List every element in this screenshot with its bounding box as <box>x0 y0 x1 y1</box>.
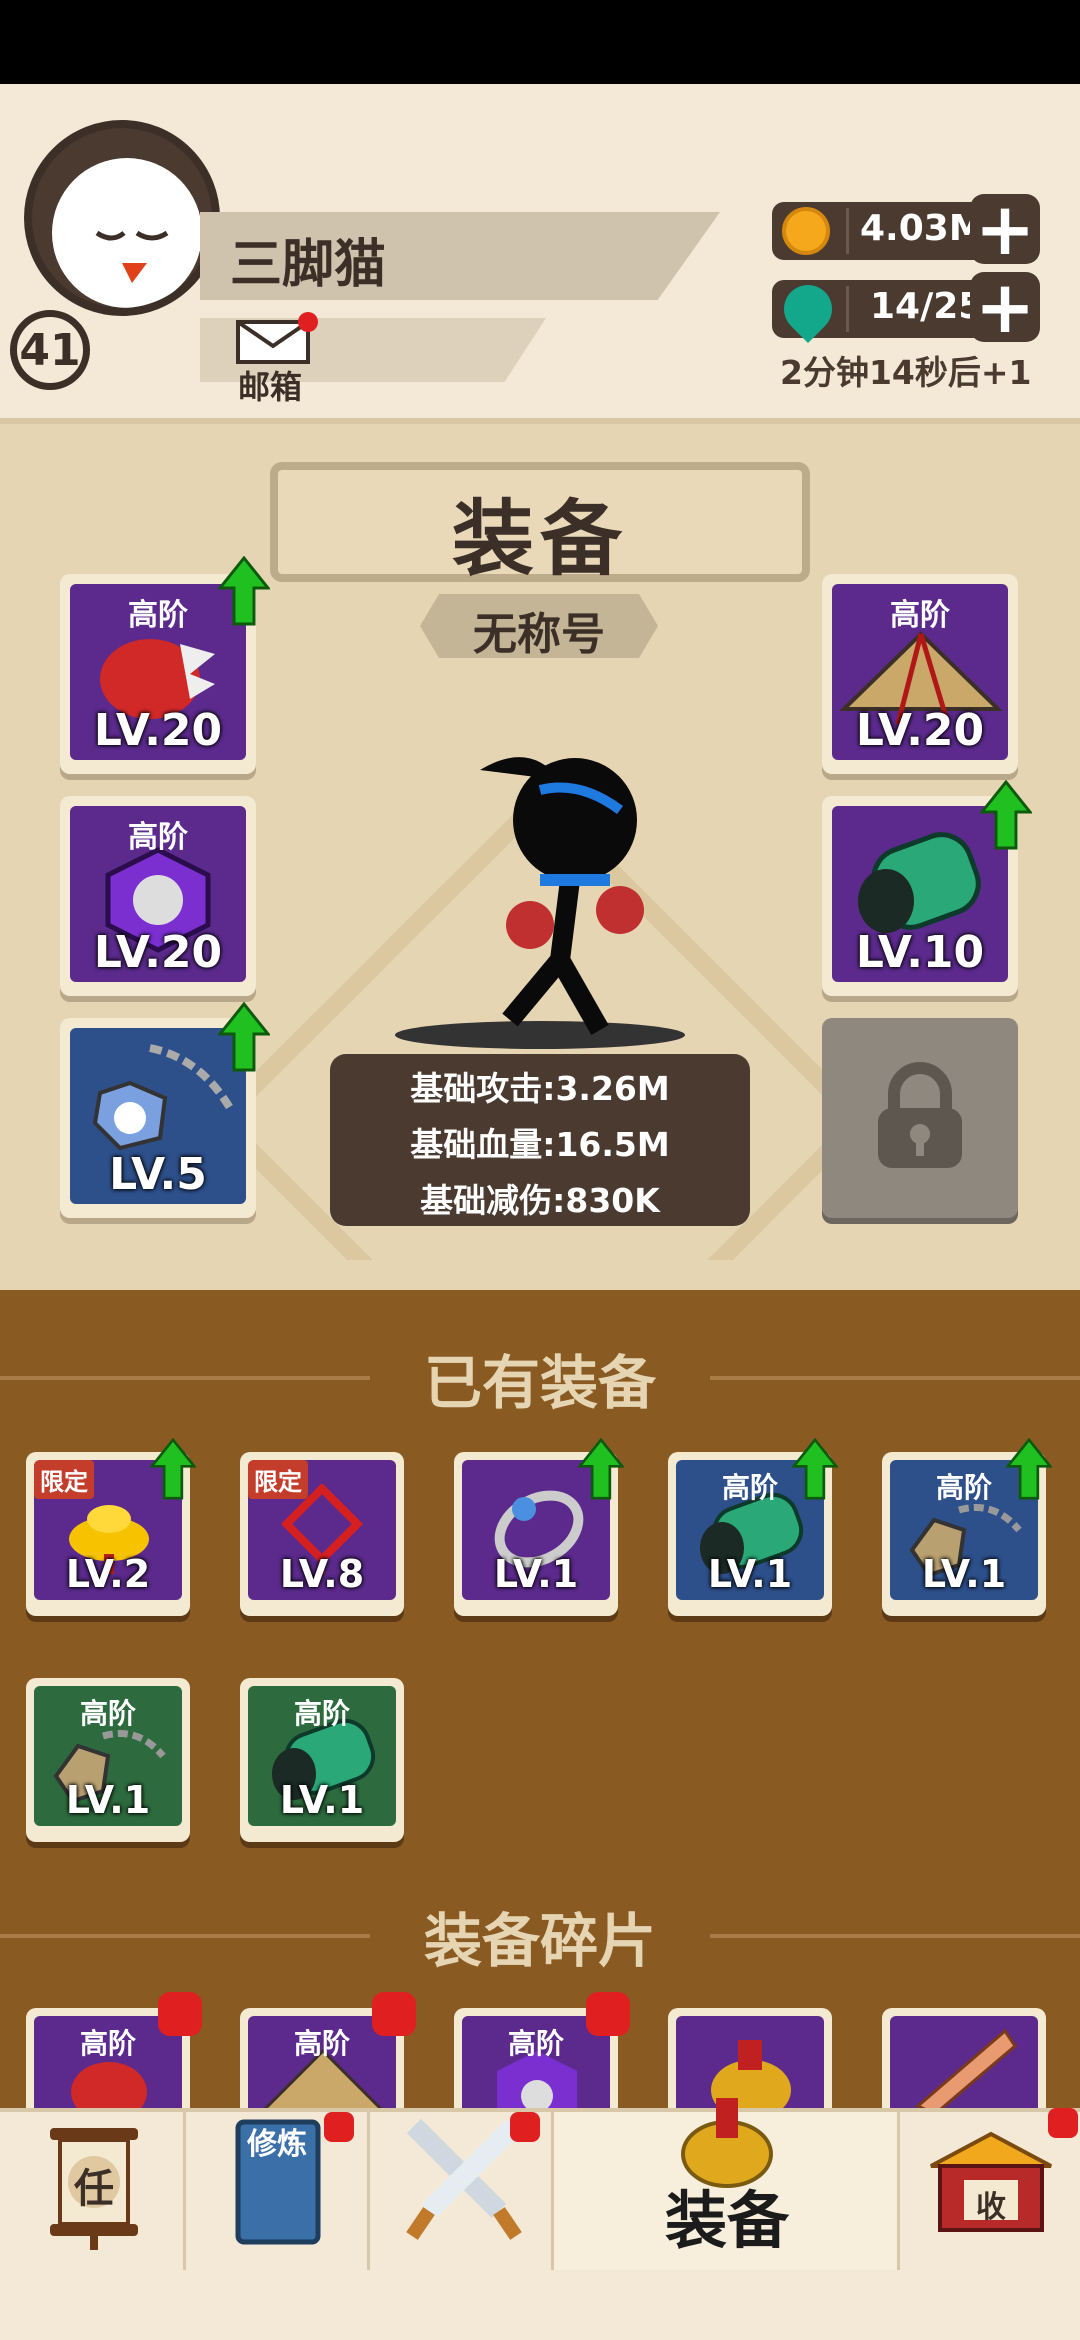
level-label: LV.1 <box>707 1552 793 1596</box>
stamina-timer: 2分钟14秒后+1 <box>780 353 1032 392</box>
equipment-tab-label: 装备 <box>664 2184 789 2257</box>
owned-equipment-title: 已有装备 <box>423 1349 656 1417</box>
crossed-swords-icon <box>406 2118 522 2240</box>
upgrade-arrow-icon <box>980 780 1032 850</box>
upgrade-arrow-icon <box>150 1438 196 1500</box>
status-bar <box>0 0 1080 84</box>
fragment-notification-badge <box>586 1992 630 2036</box>
level-label: LV.20 <box>93 927 223 978</box>
grade-label: 高阶 <box>293 1697 350 1730</box>
fragment-notification-badge <box>372 1992 416 2036</box>
upgrade-arrow-icon <box>792 1438 838 1500</box>
limited-tag: 限定 <box>34 1460 94 1499</box>
nav-equipment-active[interactable]: 装备 <box>554 2098 900 2270</box>
training-glyph: 修炼 <box>247 2127 307 2162</box>
upgrade-arrow-icon <box>218 556 270 626</box>
slot-background: 高阶 LV.20 <box>832 584 1008 760</box>
plus-icon: + <box>974 187 1036 271</box>
upgrade-arrow-icon <box>578 1438 624 1500</box>
player-level-badge: 41 <box>10 310 90 390</box>
gold-amount: 4.03M <box>860 208 985 249</box>
level-label: LV.10 <box>855 927 985 978</box>
player-name: 三脚猫 <box>230 235 387 295</box>
level-label: LV.1 <box>279 1778 365 1822</box>
stamina-amount: 14/25 <box>870 286 984 327</box>
grade-label: 高阶 <box>890 598 950 633</box>
level-label: LV.5 <box>109 1149 207 1200</box>
owned-item[interactable]: 限定 LV.8 <box>240 1452 404 1616</box>
fragment-item[interactable] <box>882 2008 1046 2118</box>
slot-background: 限定 LV.8 <box>248 1460 396 1600</box>
stickman-character <box>395 757 685 1049</box>
upgrade-arrow-icon <box>1006 1438 1052 1500</box>
owned-item[interactable]: 高阶 LV.1 <box>26 1678 190 1842</box>
stat-damage-reduction: 基础减伤:830K <box>420 1181 660 1220</box>
wooden-sword-icon <box>915 2028 1017 2116</box>
stamina-counter: 14/25 <box>772 275 992 343</box>
gold-counter: 4.03M <box>772 202 992 260</box>
mail-notification-dot <box>298 312 318 332</box>
add-stamina-button[interactable]: + <box>970 265 1040 349</box>
equipment-title: 装备 <box>451 492 628 587</box>
battle-notification-dot <box>510 2112 540 2142</box>
slot-background <box>890 2016 1038 2116</box>
level-label: LV.1 <box>493 1552 579 1596</box>
player-title-text: 无称号 <box>473 609 605 660</box>
collection-glyph: 收 <box>976 2190 1006 2225</box>
level-label: LV.20 <box>93 705 223 756</box>
training-notification-dot <box>324 2112 354 2142</box>
lock-icon <box>878 1062 962 1168</box>
grade-label: 高阶 <box>128 820 188 855</box>
system-nav-bar <box>0 2270 1080 2340</box>
stamina-drop-icon <box>774 275 842 343</box>
level-label: LV.1 <box>921 1552 1007 1596</box>
slot-background: 高阶 LV.1 <box>34 1686 182 1826</box>
avatar[interactable] <box>24 120 220 316</box>
level-label: LV.2 <box>65 1552 151 1596</box>
stat-hp: 基础血量:16.5M <box>410 1125 670 1164</box>
equip-slot-armor[interactable]: 高阶 LV.20 <box>60 796 256 996</box>
add-gold-button[interactable]: + <box>970 187 1040 271</box>
avatar-face <box>52 158 202 308</box>
grade-label: 高阶 <box>79 1697 136 1730</box>
plus-icon: + <box>974 265 1036 349</box>
level-label: LV.8 <box>279 1552 365 1596</box>
limited-tag: 限定 <box>248 1460 308 1499</box>
level-label: LV.1 <box>65 1778 151 1822</box>
nav-tasks[interactable]: 任 <box>0 2112 186 2270</box>
slot-background: 高阶 LV.1 <box>248 1686 396 1826</box>
task-glyph: 任 <box>74 2166 114 2212</box>
owned-item[interactable]: 高阶 LV.1 <box>240 1678 404 1842</box>
fragments-title: 装备碎片 <box>423 1907 656 1975</box>
locked-equip-slot[interactable] <box>822 1018 1018 1218</box>
mailbox-label: 邮箱 <box>238 368 303 406</box>
collection-notification-dot <box>1048 2108 1078 2138</box>
slot-background: 高阶 LV.20 <box>70 806 246 982</box>
nav-training[interactable]: 修炼 <box>186 2112 370 2270</box>
level-label: LV.20 <box>855 705 985 756</box>
nav-battle[interactable] <box>370 2112 554 2270</box>
coin-icon <box>782 207 830 255</box>
stat-attack: 基础攻击:3.26M <box>410 1069 670 1108</box>
chicken-face-icon <box>95 171 169 283</box>
equip-slot-hat[interactable]: 高阶 LV.20 <box>822 574 1018 774</box>
upgrade-arrow-icon <box>218 1002 270 1072</box>
nav-collection[interactable]: 收 <box>900 2108 1080 2270</box>
fragment-notification-badge <box>158 1992 202 2036</box>
